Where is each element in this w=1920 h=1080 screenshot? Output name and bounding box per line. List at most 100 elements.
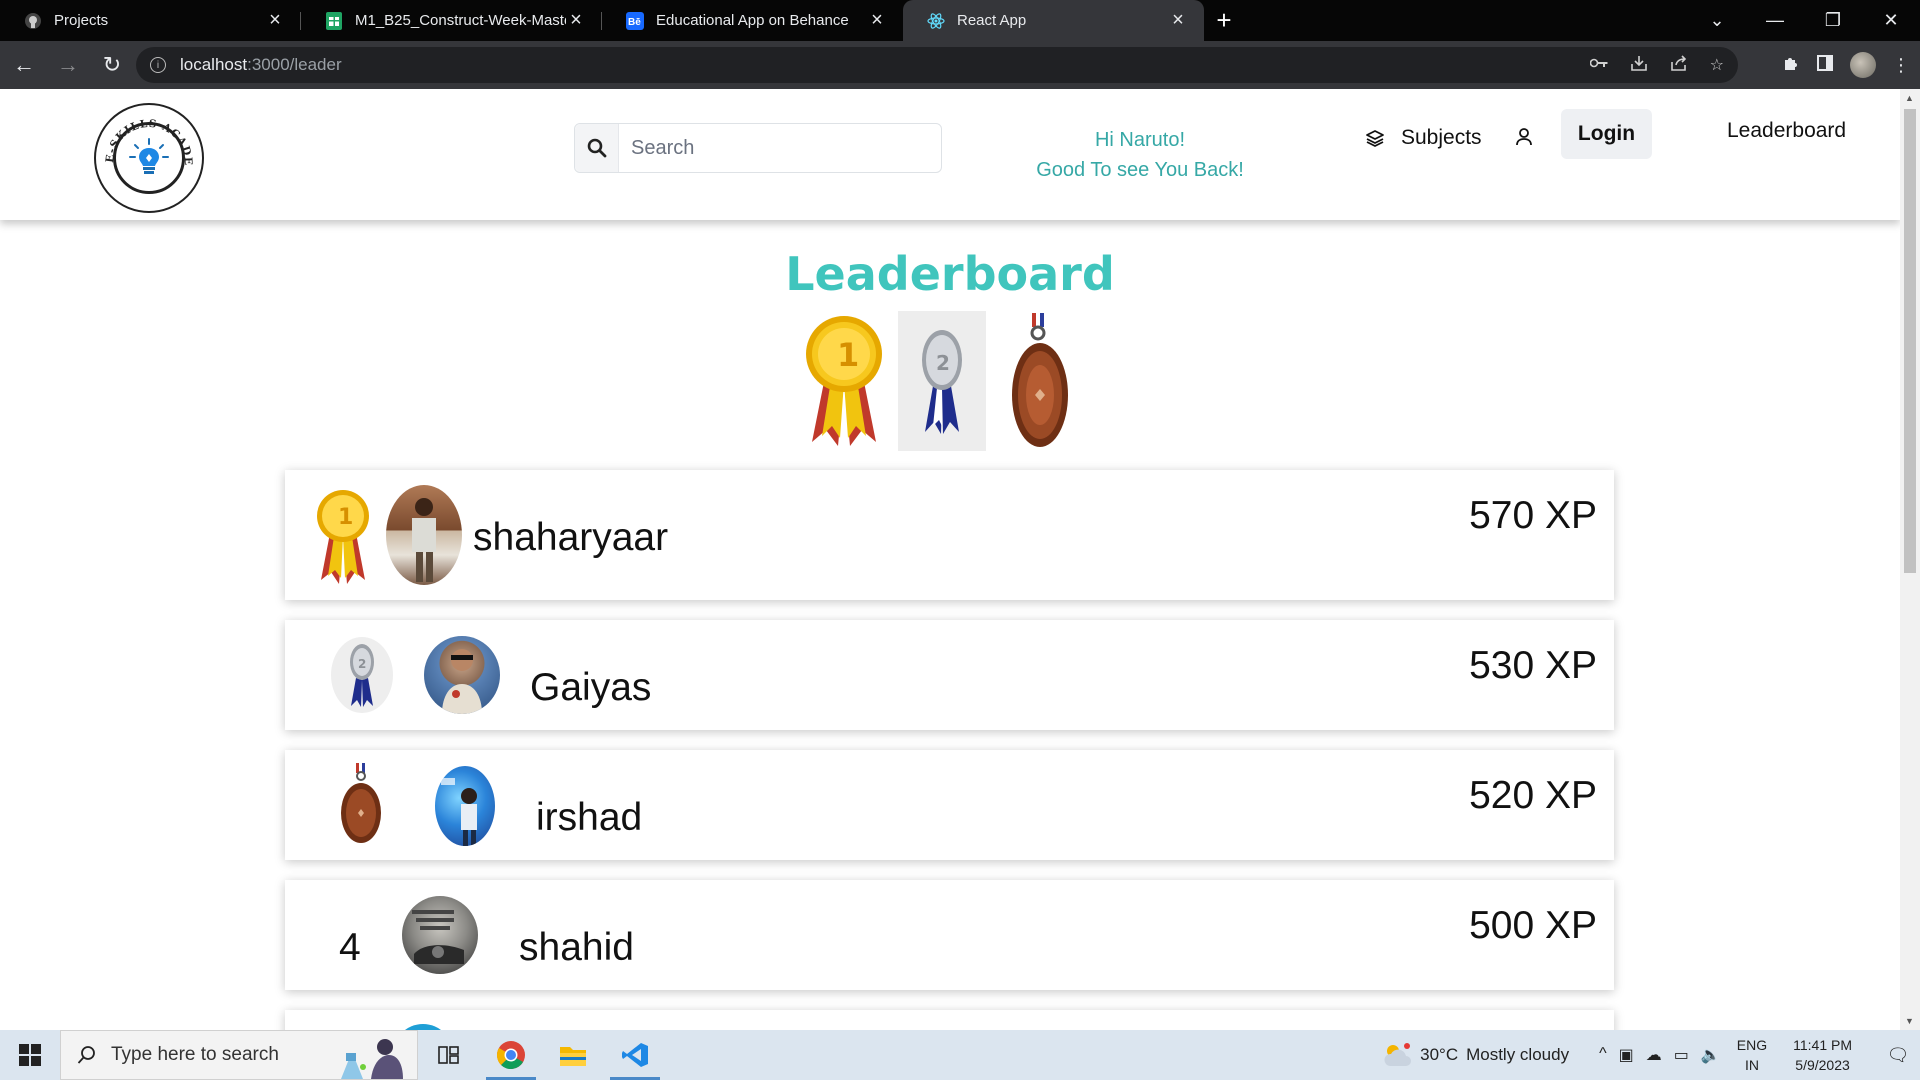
greeting-message: Hi Naruto! Good To see You Back!: [1000, 125, 1280, 185]
tab-title: React App: [957, 12, 1027, 29]
side-panel-icon[interactable]: [1816, 54, 1834, 77]
url-path: :3000/leader: [247, 55, 342, 74]
profile-avatar[interactable]: [1850, 52, 1876, 78]
login-button[interactable]: Login: [1561, 109, 1652, 159]
github-icon: [24, 12, 42, 30]
tab-search-icon[interactable]: ⌄: [1688, 0, 1746, 41]
weather-temp: 30°C: [1420, 1045, 1459, 1064]
bookmark-star-icon[interactable]: ☆: [1710, 55, 1724, 75]
avatar: [402, 896, 478, 974]
leaderboard-title: Leaderboard: [785, 247, 1115, 301]
scroll-down-icon[interactable]: ▼: [1905, 1016, 1914, 1026]
chevron-up-icon[interactable]: ^: [1599, 1045, 1607, 1065]
system-clock[interactable]: 11:41 PM 5/9/2023: [1793, 1035, 1852, 1075]
weather-description: Mostly cloudy: [1466, 1045, 1570, 1064]
chrome-taskbar-icon[interactable]: [480, 1030, 542, 1080]
volume-icon[interactable]: 🔈: [1701, 1045, 1721, 1065]
greeting-line-2: Good To see You Back!: [1036, 159, 1244, 181]
podium-silver-slot: 2: [898, 311, 986, 451]
tab-react-app[interactable]: React App ×: [903, 0, 1204, 41]
taskbar-search[interactable]: Type here to search: [60, 1030, 418, 1080]
extensions-icon[interactable]: [1782, 54, 1800, 77]
meet-now-icon[interactable]: ▣: [1619, 1045, 1634, 1065]
site-header: E-SKILLS ACADEMY: [0, 89, 1900, 220]
nav-leaderboard-link[interactable]: Leaderboard: [1727, 119, 1846, 143]
silver-medal-icon: 2: [922, 330, 962, 434]
taskbar-search-placeholder: Type here to search: [111, 1044, 279, 1065]
tab-title: Educational App on Behance: [656, 12, 849, 29]
clock-date: 5/9/2023: [1795, 1057, 1850, 1073]
minimize-icon[interactable]: —: [1746, 0, 1804, 41]
user-icon[interactable]: [1515, 127, 1533, 152]
bronze-medal-icon: [341, 763, 381, 843]
language-indicator[interactable]: ENG IN: [1737, 1035, 1767, 1075]
vscode-icon[interactable]: [604, 1030, 666, 1080]
scrollbar-thumb[interactable]: [1904, 109, 1916, 573]
close-icon[interactable]: ×: [265, 9, 285, 32]
tab-behance[interactable]: Bē Educational App on Behance ×: [602, 0, 903, 41]
podium-bronze-slot: [996, 311, 1084, 451]
tab-construct-week[interactable]: M1_B25_Construct-Week-Master ×: [301, 0, 602, 41]
search-input[interactable]: [619, 136, 919, 160]
notifications-icon[interactable]: 🗨: [1876, 1045, 1920, 1066]
search-icon: [77, 1046, 95, 1064]
restore-icon[interactable]: ❐: [1804, 0, 1862, 41]
share-icon[interactable]: [1670, 54, 1688, 77]
system-tray: 30°C Mostly cloudy ^ ▣ ☁ ▭ 🔈 ENG IN 11:4…: [1382, 1030, 1920, 1080]
leaderboard-row[interactable]: irshad 520 XP: [285, 750, 1614, 860]
windows-start-icon[interactable]: [0, 1030, 60, 1080]
close-window-icon[interactable]: ✕: [1862, 0, 1920, 41]
svg-text:1: 1: [837, 336, 859, 374]
site-info-icon[interactable]: i: [150, 57, 166, 73]
windows-taskbar: Type here to search 30°C Mostly cloudy ^…: [0, 1030, 1920, 1080]
close-icon[interactable]: ×: [566, 9, 586, 32]
svg-text:Bē: Bē: [628, 17, 641, 28]
avatar: [386, 485, 462, 585]
weather-widget[interactable]: 30°C Mostly cloudy: [1382, 1042, 1569, 1068]
window-controls: ⌄ — ❐ ✕: [1688, 0, 1920, 41]
layers-icon: [1366, 130, 1384, 147]
svg-text:E-SKILLS ACADEMY: E-SKILLS ACADEMY: [96, 105, 194, 166]
player-name: Gaiyas: [530, 666, 652, 709]
leaderboard-row[interactable]: [285, 1010, 1614, 1030]
back-icon[interactable]: ←: [4, 45, 44, 85]
tab-projects[interactable]: Projects ×: [0, 0, 301, 41]
search-bar[interactable]: [574, 123, 942, 173]
new-tab-button[interactable]: +: [1204, 0, 1244, 41]
task-view-icon[interactable]: [418, 1030, 480, 1080]
key-icon[interactable]: [1589, 56, 1608, 74]
player-name: shahid: [519, 926, 634, 969]
language-code: ENG: [1736, 1037, 1768, 1053]
language-region: IN: [1744, 1057, 1759, 1073]
silver-medal-badge: 2: [331, 637, 393, 713]
reload-icon[interactable]: ↻: [92, 45, 132, 85]
google-sheets-icon: [325, 11, 343, 30]
onedrive-cloud-icon[interactable]: ☁: [1646, 1045, 1662, 1065]
chrome-menu-icon[interactable]: ⋮: [1892, 55, 1910, 76]
leaderboard-row[interactable]: 1 shaharyaar 570 XP: [285, 470, 1614, 600]
search-icon[interactable]: [575, 124, 619, 172]
search-highlight-illustration-icon: [341, 1039, 403, 1079]
install-icon[interactable]: [1630, 54, 1648, 77]
page-scrollbar[interactable]: ▲ ▼: [1900, 89, 1920, 1030]
address-bar[interactable]: i localhost:3000/leader ☆: [136, 47, 1738, 83]
cloudy-weather-icon: [1384, 1043, 1412, 1066]
nav-subjects-label: Subjects: [1401, 126, 1482, 149]
battery-icon[interactable]: ▭: [1674, 1045, 1689, 1065]
gold-medal-icon: 1: [317, 490, 369, 584]
file-explorer-icon[interactable]: [542, 1030, 604, 1080]
leaderboard-row[interactable]: 4 shahid 500 XP: [285, 880, 1614, 990]
nav-subjects-link[interactable]: Subjects: [1365, 126, 1482, 150]
react-icon: [927, 12, 945, 30]
tray-icons: ^ ▣ ☁ ▭ 🔈: [1599, 1045, 1721, 1065]
browser-tab-bar: Projects × M1_B25_Construct-Week-Master …: [0, 0, 1920, 41]
url-host: localhost: [180, 55, 248, 74]
close-icon[interactable]: ×: [867, 9, 887, 32]
scroll-up-icon[interactable]: ▲: [1905, 93, 1914, 103]
e-skills-academy-logo[interactable]: E-SKILLS ACADEMY: [94, 103, 204, 213]
leaderboard-row[interactable]: 2 Gaiyas 530 XP: [285, 620, 1614, 730]
silver-medal-icon: 2: [350, 644, 374, 707]
browser-toolbar: ← → ↻ i localhost:3000/leader ☆ ⋮: [0, 41, 1920, 89]
forward-icon[interactable]: →: [48, 45, 88, 85]
close-icon[interactable]: ×: [1168, 9, 1188, 32]
